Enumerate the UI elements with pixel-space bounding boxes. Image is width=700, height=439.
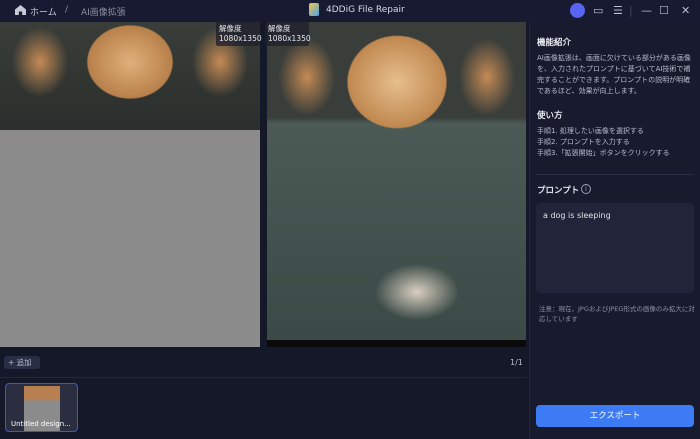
app-logo-icon bbox=[309, 3, 319, 16]
prompt-title: プロンプト bbox=[537, 186, 580, 196]
breadcrumb-separator: / bbox=[65, 5, 69, 15]
intro-title: 機能紹介 bbox=[537, 38, 572, 48]
resolution-value: 1080x1350 bbox=[219, 34, 262, 43]
thumbnail-label: Untitled design... bbox=[11, 420, 71, 428]
feedback-icon[interactable]: ▭ bbox=[593, 4, 603, 18]
titlebar-divider: | bbox=[629, 4, 633, 17]
expanded-image bbox=[267, 22, 526, 340]
result-image-panel bbox=[267, 22, 526, 347]
original-resolution-badge: 解像度 1080x1350 bbox=[216, 22, 262, 46]
export-button[interactable]: エクスポート bbox=[536, 405, 694, 427]
prompt-input[interactable]: a dog is sleeping bbox=[536, 203, 694, 293]
resolution-label: 解像度 bbox=[219, 24, 242, 33]
intro-text: AI画像拡張は、画面に欠けている部分がある画像を、入力されたプロンプトに基づいて… bbox=[537, 54, 691, 95]
step-3: 手順3.「拡張開始」ボタンをクリックする bbox=[537, 149, 670, 157]
step-1: 手順1. 処理したい画像を選択する bbox=[537, 127, 644, 135]
title-bar: ホーム / AI画像拡張 4DDiG File Repair ▭ ☰ | — ☐… bbox=[0, 0, 700, 22]
home-icon[interactable] bbox=[15, 5, 26, 15]
close-icon[interactable]: ✕ bbox=[681, 4, 690, 18]
maximize-icon[interactable]: ☐ bbox=[659, 4, 669, 18]
add-button[interactable]: + 追加 bbox=[4, 356, 40, 369]
breadcrumb-current: AI画像拡張 bbox=[81, 8, 126, 18]
step-2: 手順2. プロンプトを入力する bbox=[537, 138, 630, 146]
app-title: 4DDiG File Repair bbox=[326, 5, 405, 15]
minimize-icon[interactable]: — bbox=[641, 4, 652, 18]
result-resolution-badge: 解像度 1080x1350 bbox=[265, 22, 311, 46]
howto-title: 使い方 bbox=[537, 111, 563, 121]
image-thumbnail[interactable]: Untitled design... bbox=[5, 383, 78, 432]
format-note: 注意：現在、JPGおよびJPEG形式の画像のみ拡大に対応しています bbox=[539, 305, 695, 323]
divider bbox=[0, 377, 527, 378]
divider bbox=[536, 174, 694, 175]
breadcrumb-home[interactable]: ホーム bbox=[30, 5, 57, 18]
resolution-value: 1080x1350 bbox=[268, 34, 311, 43]
info-icon[interactable]: i bbox=[581, 184, 591, 194]
page-counter: 1/1 bbox=[510, 358, 523, 367]
sidebar: 機能紹介 AI画像拡張は、画面に欠けている部分がある画像を、入力されたプロンプト… bbox=[529, 22, 700, 439]
resolution-label: 解像度 bbox=[268, 24, 291, 33]
menu-icon[interactable]: ☰ bbox=[613, 4, 623, 18]
original-image-panel bbox=[0, 22, 260, 347]
discord-icon[interactable] bbox=[570, 3, 585, 18]
